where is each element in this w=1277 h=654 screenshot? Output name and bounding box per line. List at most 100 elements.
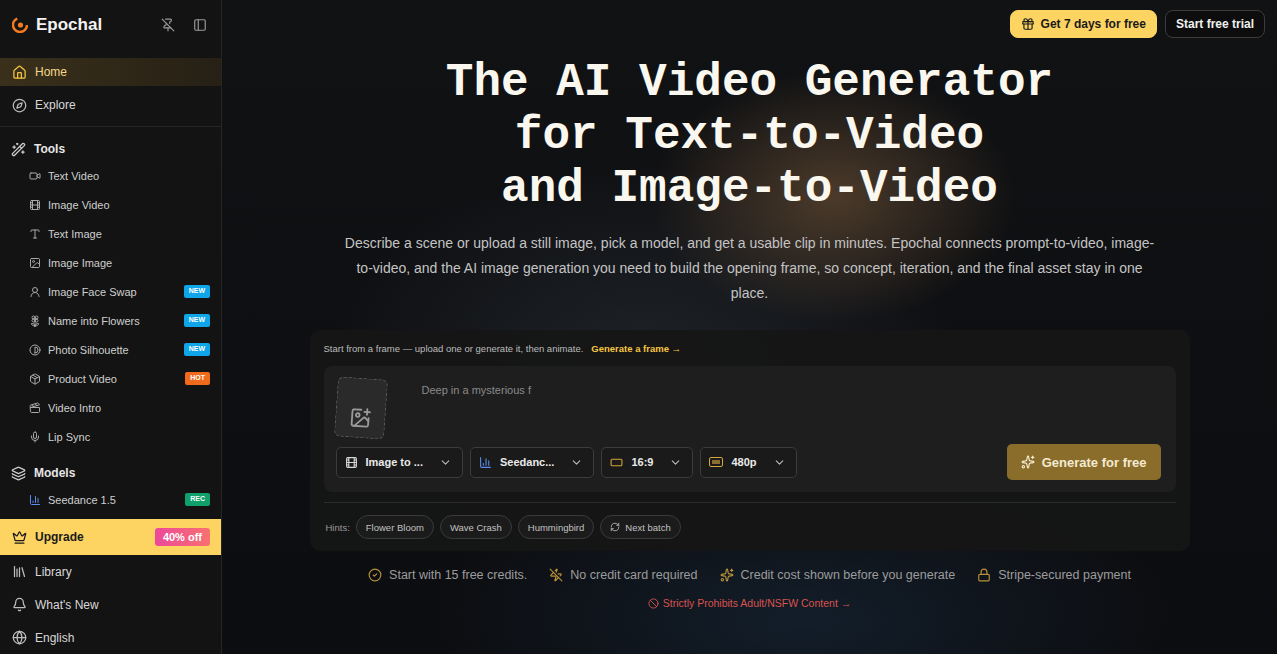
ratio-icon bbox=[610, 456, 623, 469]
generate-button[interactable]: Generate for free bbox=[1007, 444, 1161, 480]
hint-chip[interactable]: Next batch bbox=[600, 515, 680, 539]
chevron-down-icon bbox=[669, 456, 682, 469]
option-select[interactable]: Image to ... bbox=[336, 447, 463, 478]
option-select[interactable]: Seedanc... bbox=[470, 447, 594, 478]
bottom-nav-item[interactable]: Library bbox=[0, 555, 221, 588]
image-upload[interactable] bbox=[333, 376, 387, 439]
feature-item: Start with 15 free credits. bbox=[368, 567, 527, 583]
upgrade-button[interactable]: Upgrade40% off bbox=[0, 519, 221, 555]
layers-icon bbox=[11, 466, 26, 481]
nav-item[interactable]: Explore bbox=[0, 91, 221, 119]
hero-title: The AI Video Generatorfor Text-to-Videoa… bbox=[446, 57, 1053, 216]
tool-item[interactable]: Photo SilhouetteNEW bbox=[0, 335, 221, 364]
hero-subtitle: Describe a scene or upload a still image… bbox=[345, 231, 1155, 306]
tool-icon bbox=[29, 170, 41, 182]
sidebar-scroll: Home Explore ToolsText VideoImage VideoTex… bbox=[0, 50, 221, 519]
hints-row: Hints: Flower BloomWave CrashHummingbirdN… bbox=[324, 502, 1176, 539]
hero-title-line: and Image-to-Video bbox=[446, 163, 1053, 216]
tool-item[interactable]: Text Image bbox=[0, 219, 221, 248]
section-title: Tools bbox=[0, 137, 221, 161]
logo-icon bbox=[12, 17, 28, 33]
prompt-input[interactable]: Deep in a mysterious f bbox=[422, 378, 1161, 444]
nsfw-notice[interactable]: Strictly Prohibits Adult/NSFW Content → bbox=[648, 597, 851, 609]
hd-icon bbox=[709, 457, 723, 467]
tool-icon bbox=[29, 228, 41, 240]
sparkles-icon bbox=[1021, 455, 1035, 469]
bottom-nav-item[interactable]: What's New bbox=[0, 588, 221, 621]
tool-item[interactable]: Image Face SwapNEW bbox=[0, 277, 221, 306]
unpin-icon[interactable] bbox=[161, 18, 175, 32]
prompt-box: Deep in a mysterious fImage to ...Seedan… bbox=[324, 366, 1176, 492]
feature-icon bbox=[720, 568, 734, 582]
feature-item: Credit cost shown before you generate bbox=[720, 567, 956, 583]
hero-title-line: The AI Video Generator bbox=[446, 57, 1053, 110]
brand-name[interactable]: Epochal bbox=[36, 15, 153, 35]
ban-icon bbox=[648, 598, 659, 609]
sidebar-header: Epochal bbox=[0, 0, 221, 50]
generate-frame-link[interactable]: Generate a frame → bbox=[591, 341, 681, 357]
feature-icon bbox=[368, 568, 382, 582]
nav-icon bbox=[12, 98, 27, 113]
tool-icon bbox=[29, 344, 41, 356]
nav-icon bbox=[12, 65, 27, 80]
feature-icon bbox=[977, 568, 991, 582]
model-item[interactable]: Seedance 1.5REC bbox=[0, 485, 221, 514]
tool-icon bbox=[29, 257, 41, 269]
tool-item[interactable]: Lip Sync bbox=[0, 422, 221, 451]
sidebar: Epochal Home Explore ToolsText VideoImage V… bbox=[0, 0, 222, 654]
bottom-nav-icon bbox=[12, 597, 27, 612]
section-title: Models bbox=[0, 461, 221, 485]
tool-icon bbox=[29, 373, 41, 385]
chevron-down-icon bbox=[570, 456, 583, 469]
nav-list: Home Explore bbox=[0, 50, 221, 127]
hint-chip[interactable]: Hummingbird bbox=[518, 515, 595, 539]
tool-icon bbox=[29, 431, 41, 443]
bottom-nav-icon bbox=[12, 630, 27, 645]
tool-badge: NEW bbox=[184, 343, 210, 355]
hint-chip[interactable]: Wave Crash bbox=[440, 515, 512, 539]
tool-badge: HOT bbox=[185, 372, 210, 384]
tool-icon bbox=[29, 315, 41, 327]
tool-item[interactable]: Product VideoHOT bbox=[0, 364, 221, 393]
model-badge: REC bbox=[185, 493, 210, 505]
film-icon bbox=[345, 456, 358, 469]
top-button[interactable]: Start free trial bbox=[1165, 10, 1265, 38]
tool-item[interactable]: Image Image bbox=[0, 248, 221, 277]
image-plus-icon bbox=[348, 406, 371, 429]
feature-icon bbox=[549, 568, 563, 582]
wand-icon bbox=[11, 142, 26, 157]
hint-chip[interactable]: Flower Bloom bbox=[356, 515, 434, 539]
tool-icon bbox=[29, 286, 41, 298]
tool-icon bbox=[29, 402, 41, 414]
features-row: Start with 15 free credits. No credit car… bbox=[368, 567, 1131, 583]
tool-icon bbox=[29, 199, 41, 211]
tool-item[interactable]: Video Intro bbox=[0, 393, 221, 422]
option-select[interactable]: 480p bbox=[700, 447, 796, 478]
crown-icon bbox=[12, 530, 27, 545]
option-select[interactable]: 16:9 bbox=[601, 447, 693, 478]
tool-badge: NEW bbox=[184, 285, 210, 297]
bottom-nav-item[interactable]: English bbox=[0, 621, 221, 654]
header-icons bbox=[161, 18, 207, 32]
model-icon bbox=[29, 494, 41, 506]
app: Epochal Home Explore ToolsText VideoImage V… bbox=[0, 0, 1277, 654]
composer-intro: Start from a frame — upload one or gener… bbox=[324, 341, 1176, 357]
feature-item: No credit card required bbox=[549, 567, 697, 583]
nav-item[interactable]: Home bbox=[0, 58, 221, 86]
bottom-nav-icon bbox=[12, 564, 27, 579]
chevron-down-icon bbox=[773, 456, 786, 469]
composer-panel: Start from a frame — upload one or gener… bbox=[310, 330, 1190, 551]
tool-item[interactable]: Name into FlowersNEW bbox=[0, 306, 221, 335]
top-button[interactable]: Get 7 days for free bbox=[1010, 10, 1157, 38]
panel-left-icon[interactable] bbox=[193, 18, 207, 32]
tool-badge: NEW bbox=[184, 314, 210, 326]
hints-label: Hints: bbox=[326, 522, 350, 533]
gift-icon bbox=[1021, 17, 1035, 31]
model-icon bbox=[479, 456, 492, 469]
tool-item[interactable]: Image Video bbox=[0, 190, 221, 219]
feature-item: Stripe-secured payment bbox=[977, 567, 1131, 583]
tool-item[interactable]: Text Video bbox=[0, 161, 221, 190]
top-bar: Get 7 days for free Start free trial bbox=[222, 0, 1277, 38]
sidebar-bottom: Upgrade40% offLibraryWhat's NewEnglish bbox=[0, 519, 221, 654]
refresh-icon bbox=[610, 522, 620, 532]
